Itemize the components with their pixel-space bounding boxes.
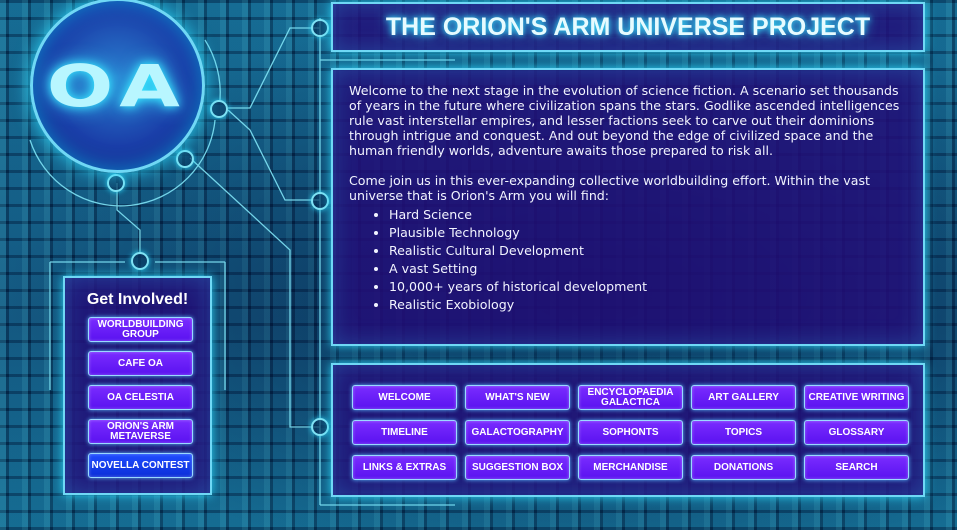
logo-text: OA xyxy=(46,51,189,120)
intro-paragraph: Welcome to the next stage in the evoluti… xyxy=(349,83,900,158)
get-involved-panel: Get Involved! WORLDBUILDING GROUP CAFE O… xyxy=(63,276,212,495)
feature-list: Hard Science Plausible Technology Realis… xyxy=(389,206,907,314)
list-item: Plausible Technology xyxy=(389,224,907,242)
nav-suggestion-box-button[interactable]: SUGGESTION BOX xyxy=(465,455,570,480)
circuit-node xyxy=(131,252,149,270)
list-item: A vast Setting xyxy=(389,260,907,278)
nav-timeline-button[interactable]: TIMELINE xyxy=(352,420,457,445)
nav-topics-button[interactable]: TOPICS xyxy=(691,420,796,445)
nav-galactography-button[interactable]: GALACTOGRAPHY xyxy=(465,420,570,445)
nav-glossary-button[interactable]: GLOSSARY xyxy=(804,420,909,445)
list-item: Hard Science xyxy=(389,206,907,224)
header: THE ORION'S ARM UNIVERSE PROJECT xyxy=(331,2,925,52)
nav-sophonts-button[interactable]: SOPHONTS xyxy=(578,420,683,445)
cafe-oa-button[interactable]: CAFE OA xyxy=(88,351,193,376)
oa-celestia-button[interactable]: OA CELESTIA xyxy=(88,385,193,410)
nav-welcome-button[interactable]: WELCOME xyxy=(352,385,457,410)
main-navigation: WELCOME WHAT'S NEW ENCYCLOPAEDIA GALACTI… xyxy=(331,363,925,497)
circuit-node xyxy=(311,418,329,436)
nav-search-button[interactable]: SEARCH xyxy=(804,455,909,480)
circuit-node xyxy=(311,192,329,210)
nav-encyclopaedia-galactica-button[interactable]: ENCYCLOPAEDIA GALACTICA xyxy=(578,385,683,410)
worldbuilding-group-button[interactable]: WORLDBUILDING GROUP xyxy=(88,317,193,342)
get-involved-title: Get Involved! xyxy=(86,291,189,308)
circuit-node xyxy=(210,100,228,118)
intro-paragraph: Come join us in this ever-expanding coll… xyxy=(349,173,870,203)
nav-grid: WELCOME WHAT'S NEW ENCYCLOPAEDIA GALACTI… xyxy=(352,385,909,480)
nav-whats-new-button[interactable]: WHAT'S NEW xyxy=(465,385,570,410)
nav-merchandise-button[interactable]: MERCHANDISE xyxy=(578,455,683,480)
list-item: 10,000+ years of historical development xyxy=(389,278,907,296)
circuit-node xyxy=(311,19,329,37)
intro-panel: Welcome to the next stage in the evoluti… xyxy=(331,68,925,346)
orions-arm-metaverse-button[interactable]: ORION'S ARM METAVERSE xyxy=(88,419,193,444)
list-item: Realistic Cultural Development xyxy=(389,242,907,260)
circuit-node xyxy=(107,174,125,192)
get-involved-list: WORLDBUILDING GROUP CAFE OA OA CELESTIA … xyxy=(88,317,193,478)
nav-donations-button[interactable]: DONATIONS xyxy=(691,455,796,480)
circuit-node xyxy=(176,150,194,168)
nav-art-gallery-button[interactable]: ART GALLERY xyxy=(691,385,796,410)
novella-contest-button[interactable]: NOVELLA CONTEST xyxy=(88,453,193,478)
list-item: Realistic Exobiology xyxy=(389,296,907,314)
page-title: THE ORION'S ARM UNIVERSE PROJECT xyxy=(385,12,871,41)
nav-creative-writing-button[interactable]: CREATIVE WRITING xyxy=(804,385,909,410)
nav-links-extras-button[interactable]: LINKS & EXTRAS xyxy=(352,455,457,480)
oa-logo[interactable]: OA xyxy=(30,0,205,173)
